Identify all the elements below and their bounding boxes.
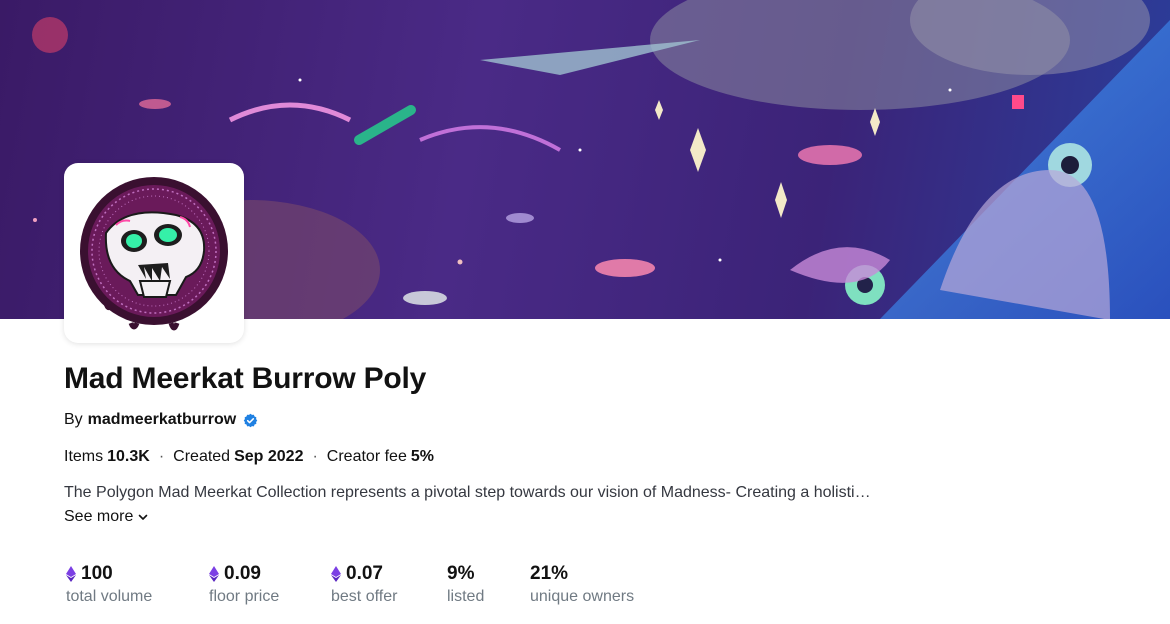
stat-label: unique owners <box>530 588 635 605</box>
items-value: 10.3K <box>107 448 150 465</box>
stat-value: 21% <box>530 563 569 584</box>
stat-value: 0.09 <box>224 563 261 584</box>
stat-best-offer[interactable]: 0.07 best offer <box>331 563 397 606</box>
separator-dot: · <box>158 448 165 465</box>
stat-value: 0.07 <box>346 563 383 584</box>
stat-label: total volume <box>66 588 153 605</box>
items-label: Items <box>64 448 104 465</box>
creator-fee-value: 5% <box>410 448 434 465</box>
stat-listed[interactable]: 9% listed <box>447 563 484 606</box>
stat-label: best offer <box>331 588 398 605</box>
stat-unique-owners[interactable]: 21% unique owners <box>530 563 634 606</box>
creator-link[interactable]: madmeerkatburrow <box>88 411 237 429</box>
creator-line: By madmeerkatburrow <box>64 411 258 429</box>
by-label: By <box>64 411 83 428</box>
ethereum-icon <box>331 566 341 582</box>
creator-fee-label: Creator fee <box>326 448 407 465</box>
collection-meta: Items 10.3K · Created Sep 2022 · Creator… <box>64 448 434 466</box>
stat-label: listed <box>447 588 485 605</box>
separator-dot: · <box>312 448 318 465</box>
stat-label: floor price <box>209 588 280 605</box>
collection-avatar <box>64 163 244 343</box>
skull-logo-icon <box>80 177 228 331</box>
chevron-down-icon <box>139 514 148 520</box>
collection-description: The Polygon Mad Meerkat Collection repre… <box>64 484 871 501</box>
stat-total-volume[interactable]: 100 total volume <box>66 563 152 606</box>
ethereum-icon <box>66 566 76 582</box>
verified-badge-icon <box>243 413 258 427</box>
see-more-label: See more <box>64 508 134 525</box>
stat-floor-price[interactable]: 0.09 floor price <box>209 563 279 606</box>
created-label: Created <box>173 448 231 465</box>
stat-value: 9% <box>447 563 475 584</box>
see-more-button[interactable]: See more <box>64 508 149 526</box>
created-value: Sep 2022 <box>234 448 304 465</box>
stat-value: 100 <box>81 563 113 584</box>
collection-title: Mad Meerkat Burrow Poly <box>64 362 427 395</box>
ethereum-icon <box>209 566 219 582</box>
